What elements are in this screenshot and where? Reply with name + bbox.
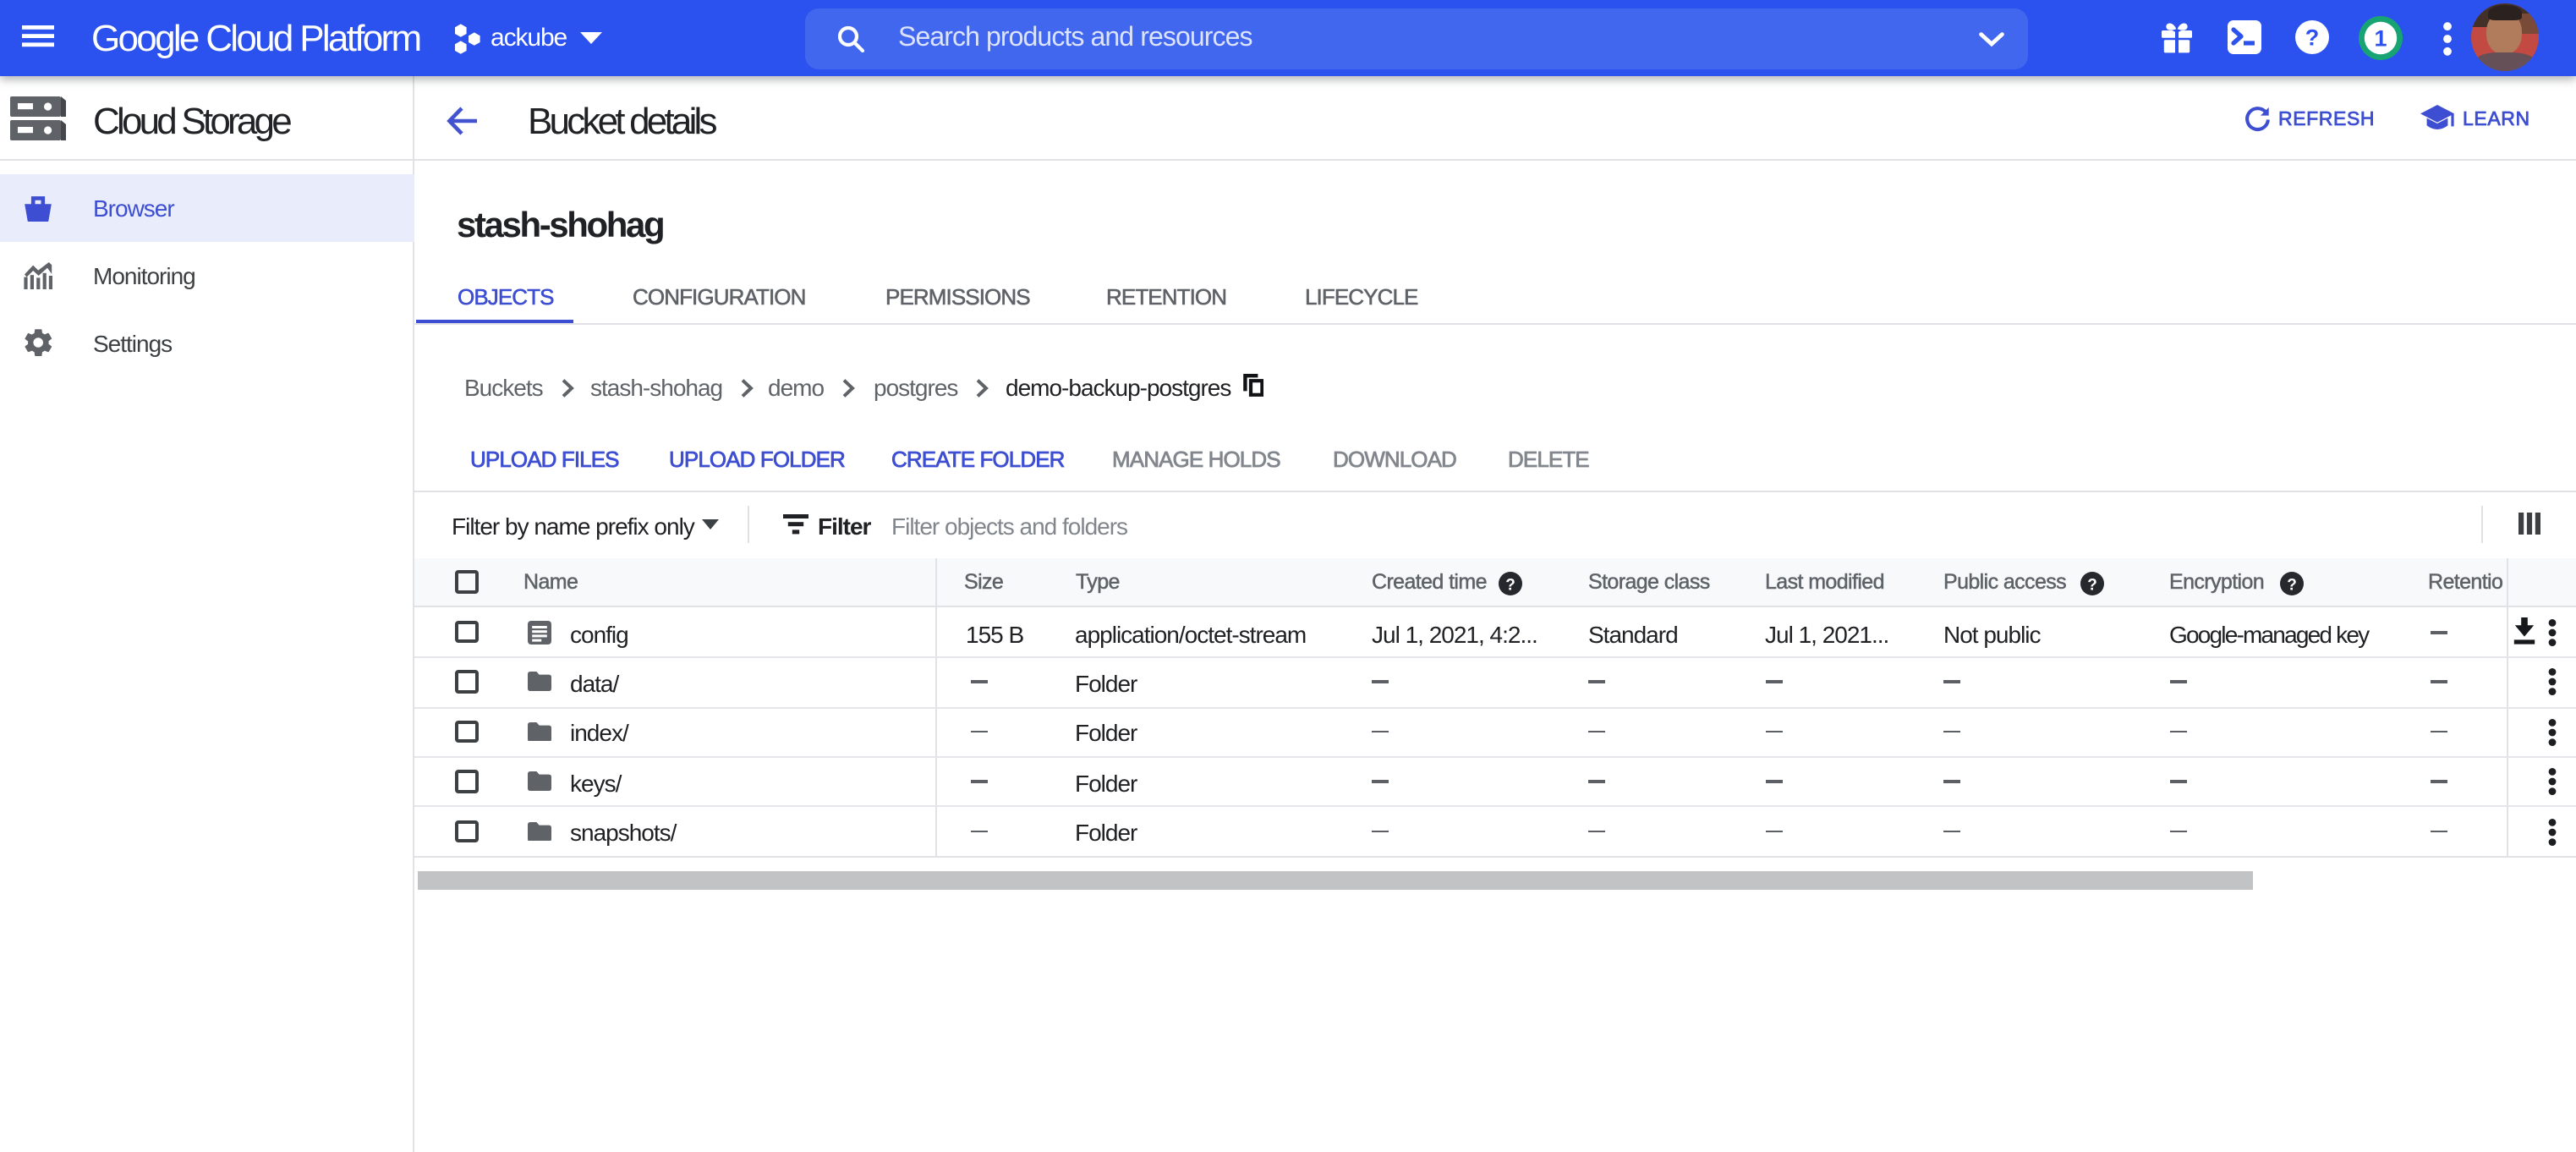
svg-text:?: ? [2086,575,2096,593]
svg-text:1: 1 [2374,25,2387,51]
svg-text:?: ? [1505,575,1515,593]
svg-text:?: ? [2286,575,2296,593]
svg-text:?: ? [2305,25,2320,51]
